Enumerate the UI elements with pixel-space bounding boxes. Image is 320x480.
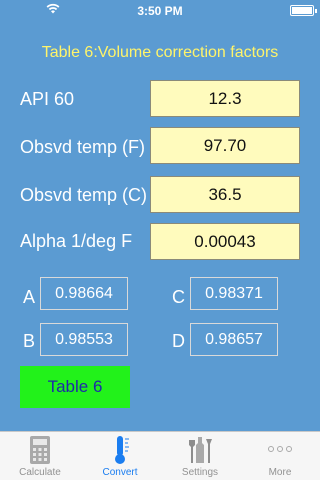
factor-c-value: 0.98371 [190,277,278,310]
obsvd-temp-c-label: Obsvd temp (C) [20,185,148,205]
factor-c-label: C [172,287,185,307]
tab-settings-label: Settings [181,467,219,478]
status-bar: 3:50 PM [0,0,320,20]
tab-convert-label: Convert [102,467,138,478]
factor-d-label: D [172,331,185,351]
page-title: Table 6:Volume correction factors [41,44,279,61]
calculator-icon [0,435,80,465]
factor-b-label: B [23,331,36,351]
table6-button[interactable]: Table 6 [20,366,130,408]
tab-more[interactable]: More [240,432,320,480]
tab-settings[interactable]: Settings [160,432,240,480]
status-time: 3:50 PM [137,4,183,18]
factor-d-value: 0.98657 [190,323,278,356]
factor-b-value: 0.98553 [40,323,128,356]
tools-icon [160,435,240,465]
tab-convert[interactable]: Convert [80,432,160,480]
alpha-label: Alpha 1/deg F [20,231,133,251]
obsvd-temp-c-input[interactable]: 36.5 [150,176,300,213]
battery-icon [290,5,317,16]
api60-label: API 60 [20,89,75,109]
more-icon [240,435,320,465]
obsvd-temp-f-input[interactable]: 97.70 [150,127,300,164]
factor-a-label: A [23,287,36,307]
tab-bar: Calculate Convert Settings More [0,431,320,480]
alpha-input[interactable]: 0.00043 [150,223,300,260]
factor-a-value: 0.98664 [40,277,128,310]
thermometer-icon [80,435,160,465]
api60-input[interactable]: 12.3 [150,80,300,117]
tab-more-label: More [268,467,292,478]
tab-calculate-label: Calculate [19,467,61,478]
obsvd-temp-f-label: Obsvd temp (F) [20,137,146,157]
tab-calculate[interactable]: Calculate [0,432,80,480]
